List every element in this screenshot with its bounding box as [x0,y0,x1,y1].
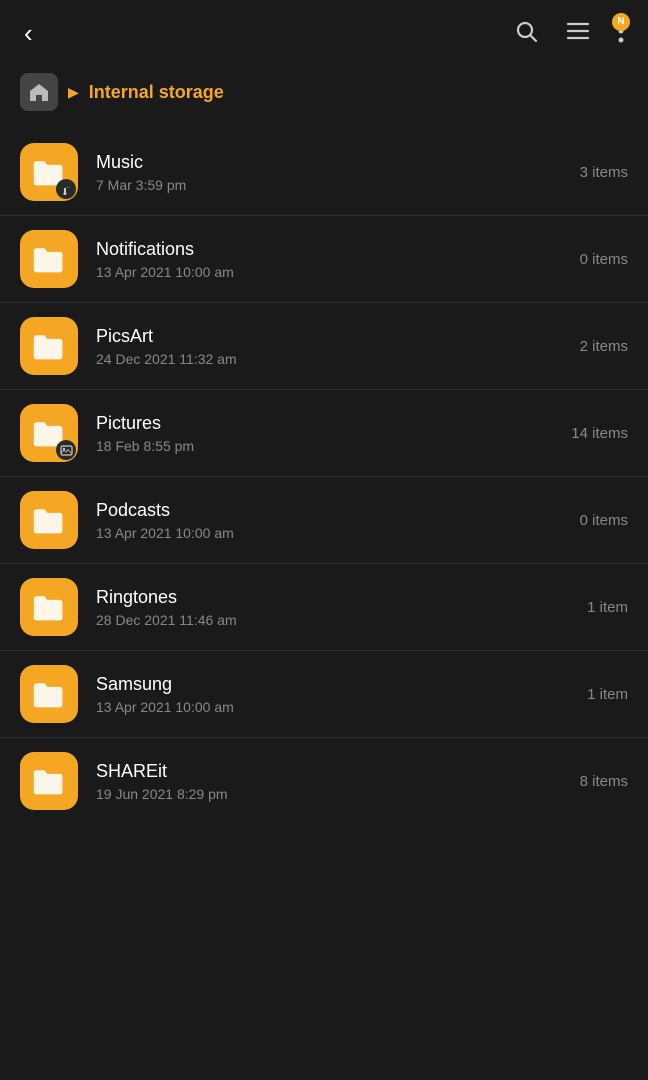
folder-info: Notifications 13 Apr 2021 10:00 am [96,239,568,280]
folder-count: 0 items [580,512,628,529]
list-item[interactable]: Ringtones 28 Dec 2021 11:46 am 1 item [0,564,648,651]
list-item[interactable]: PicsArt 24 Dec 2021 11:32 am 2 items [0,303,648,390]
breadcrumb-arrow: ▶ [68,84,79,101]
folder-name: Samsung [96,674,575,695]
folder-date: 7 Mar 3:59 pm [96,177,568,193]
folder-info: Ringtones 28 Dec 2021 11:46 am [96,587,575,628]
list-item[interactable]: Pictures 18 Feb 8:55 pm 14 items [0,390,648,477]
folder-info: SHAREit 19 Jun 2021 8:29 pm [96,761,568,802]
list-view-button[interactable] [566,21,590,47]
folder-name: Ringtones [96,587,575,608]
folder-info: Samsung 13 Apr 2021 10:00 am [96,674,575,715]
folder-name: PicsArt [96,326,568,347]
folder-date: 13 Apr 2021 10:00 am [96,525,568,541]
list-item[interactable]: Notifications 13 Apr 2021 10:00 am 0 ite… [0,216,648,303]
folder-name: SHAREit [96,761,568,782]
folder-name: Music [96,152,568,173]
folder-badge [56,440,76,460]
folder-name: Pictures [96,413,559,434]
folder-count: 14 items [571,425,628,442]
folder-icon [20,752,78,810]
folder-date: 13 Apr 2021 10:00 am [96,264,568,280]
breadcrumb-path: Internal storage [89,82,224,103]
folder-name: Podcasts [96,500,568,521]
folder-icon [20,143,78,201]
list-item[interactable]: Podcasts 13 Apr 2021 10:00 am 0 items [0,477,648,564]
folder-date: 18 Feb 8:55 pm [96,438,559,454]
folder-info: Pictures 18 Feb 8:55 pm [96,413,559,454]
folder-icon [20,404,78,462]
folder-date: 13 Apr 2021 10:00 am [96,699,575,715]
folder-list: Music 7 Mar 3:59 pm 3 items Notification… [0,129,648,824]
folder-date: 24 Dec 2021 11:32 am [96,351,568,367]
list-item[interactable]: SHAREit 19 Jun 2021 8:29 pm 8 items [0,738,648,824]
folder-icon [20,491,78,549]
folder-count: 1 item [587,686,628,703]
list-item[interactable]: Samsung 13 Apr 2021 10:00 am 1 item [0,651,648,738]
folder-count: 0 items [580,251,628,268]
folder-info: PicsArt 24 Dec 2021 11:32 am [96,326,568,367]
folder-count: 8 items [580,773,628,790]
more-options-button[interactable]: N [618,19,624,49]
home-button[interactable] [20,73,58,111]
folder-icon [20,230,78,288]
back-button[interactable]: ‹ [24,18,33,49]
folder-icon [20,665,78,723]
folder-info: Podcasts 13 Apr 2021 10:00 am [96,500,568,541]
list-item[interactable]: Music 7 Mar 3:59 pm 3 items [0,129,648,216]
folder-icon [20,317,78,375]
folder-count: 3 items [580,164,628,181]
folder-date: 28 Dec 2021 11:46 am [96,612,575,628]
folder-date: 19 Jun 2021 8:29 pm [96,786,568,802]
notification-badge: N [612,13,630,31]
folder-info: Music 7 Mar 3:59 pm [96,152,568,193]
folder-count: 2 items [580,338,628,355]
folder-icon [20,578,78,636]
breadcrumb: ▶ Internal storage [0,63,648,129]
top-bar: ‹ N [0,0,648,63]
folder-badge [56,179,76,199]
folder-name: Notifications [96,239,568,260]
search-button[interactable] [514,19,538,49]
folder-count: 1 item [587,599,628,616]
